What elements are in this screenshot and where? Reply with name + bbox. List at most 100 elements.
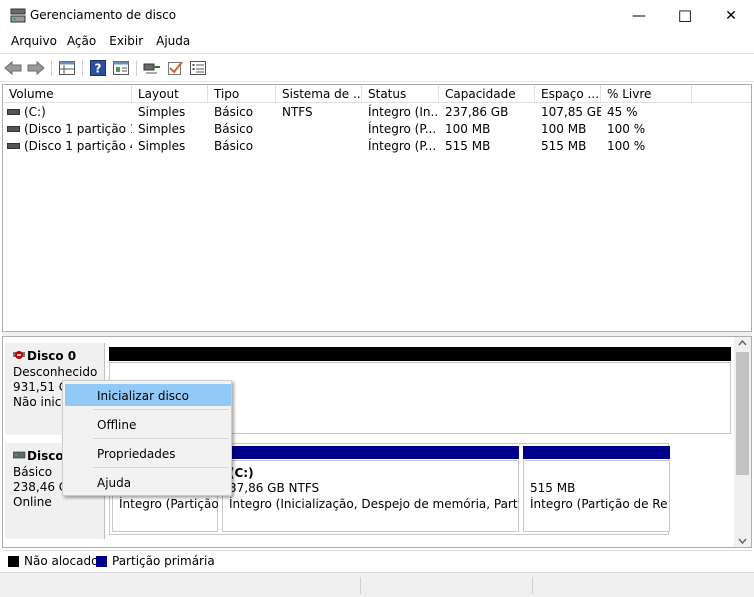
help-button[interactable]: ? bbox=[89, 59, 107, 77]
list-icon bbox=[190, 61, 206, 75]
disk-0-title: Disco 0 bbox=[13, 349, 76, 363]
column-header-tipo[interactable]: Tipo bbox=[208, 85, 276, 103]
status-divider bbox=[532, 577, 533, 594]
menu-arquivo[interactable]: Arquivo bbox=[0, 32, 64, 52]
sistema-cell bbox=[282, 121, 362, 138]
toolbar: ? bbox=[0, 53, 754, 82]
context-menu: Inicializar disco Offline Propriedades A… bbox=[62, 380, 232, 496]
volume-drive-icon bbox=[7, 109, 20, 115]
livre-cell: 45 % bbox=[607, 105, 638, 119]
menu-acao[interactable]: Ação bbox=[64, 32, 106, 52]
column-header-sistema[interactable]: Sistema de ... bbox=[276, 85, 362, 103]
forward-arrow-icon bbox=[27, 61, 45, 75]
livre-cell: 100 % bbox=[607, 122, 646, 136]
minimize-icon: — bbox=[632, 8, 646, 24]
partition-recovery-bar bbox=[523, 446, 670, 459]
partition-c[interactable]: (C:) 37,86 GB NTFS Íntegro (Inicializaçã… bbox=[222, 460, 519, 532]
forward-button[interactable] bbox=[27, 59, 45, 77]
volume-drive-icon bbox=[7, 143, 20, 149]
maximize-button[interactable]: ☐ bbox=[662, 0, 708, 32]
partition-recovery[interactable]: 515 MB Íntegro (Partição de Recup bbox=[523, 460, 670, 532]
volume-cell: (C:) bbox=[7, 104, 132, 121]
menu-exibir[interactable]: Exibir bbox=[106, 32, 153, 52]
menu-item-propriedades[interactable]: Propriedades bbox=[65, 442, 231, 464]
column-header-capacidade[interactable]: Capacidade bbox=[439, 85, 535, 103]
column-header-layout[interactable]: Layout bbox=[132, 85, 208, 103]
table-row[interactable]: (Disco 1 partição 1) Simples Básico Ínte… bbox=[3, 121, 751, 138]
volume-cell: (Disco 1 partição 1) bbox=[7, 121, 132, 138]
capacidade-cell: 100 MB bbox=[445, 122, 491, 136]
console-tree-button[interactable] bbox=[112, 59, 130, 77]
column-header-empty bbox=[692, 85, 751, 103]
partition-c-status: Íntegro (Inicialização, Despejo de memór… bbox=[229, 497, 518, 511]
column-header-status[interactable]: Status bbox=[362, 85, 439, 103]
menu-separator bbox=[93, 467, 229, 468]
scroll-up-icon[interactable] bbox=[738, 340, 747, 346]
menu-item-ajuda[interactable]: Ajuda bbox=[65, 471, 231, 493]
legend-unallocated-swatch bbox=[8, 556, 19, 567]
status-cell: Íntegro (In... bbox=[368, 105, 439, 119]
layout-cell: Simples bbox=[138, 105, 186, 119]
menu-ajuda[interactable]: Ajuda bbox=[153, 32, 200, 52]
svg-text:?: ? bbox=[95, 62, 102, 76]
column-header-volume[interactable]: Volume bbox=[3, 85, 132, 103]
disk-1-status: Online bbox=[13, 495, 52, 509]
disk-0-state: Desconhecido bbox=[13, 365, 98, 379]
volume-cell: (Disco 1 partição 4) bbox=[7, 138, 132, 155]
partition-recovery-status: Íntegro (Partição de Recup bbox=[530, 497, 668, 511]
partition-c-detail: 37,86 GB NTFS bbox=[229, 481, 320, 495]
close-icon: ✕ bbox=[725, 8, 737, 24]
connect-icon bbox=[143, 63, 160, 74]
column-header-livre[interactable]: % Livre bbox=[601, 85, 692, 103]
volume-drive-icon bbox=[7, 126, 20, 132]
espaco-cell: 100 MB bbox=[541, 122, 587, 136]
partition-1-status: Íntegro (Partição d bbox=[119, 497, 219, 511]
espaco-cell: 515 MB bbox=[541, 139, 587, 153]
menu-item-inicializar-disco[interactable]: Inicializar disco bbox=[65, 384, 231, 406]
maximize-icon: ☐ bbox=[677, 6, 693, 26]
tipo-cell: Básico bbox=[214, 139, 254, 153]
list-button[interactable] bbox=[189, 59, 207, 77]
status-cell: Íntegro (P... bbox=[368, 139, 437, 153]
back-arrow-icon bbox=[4, 61, 22, 75]
legend-primary-swatch bbox=[96, 556, 107, 567]
partition-c-bar bbox=[222, 446, 519, 459]
check-button[interactable] bbox=[166, 59, 184, 77]
disk-management-icon bbox=[10, 8, 26, 23]
properties-grid-icon bbox=[59, 61, 75, 75]
livre-cell: 100 % bbox=[607, 139, 646, 153]
espaco-cell: 107,85 GB bbox=[541, 105, 601, 119]
properties-button[interactable] bbox=[58, 59, 76, 77]
scroll-down-icon[interactable] bbox=[738, 538, 747, 544]
status-cell: Íntegro (P... bbox=[368, 122, 437, 136]
window-title: Gerenciamento de disco bbox=[30, 8, 177, 22]
menu-separator bbox=[93, 438, 229, 439]
back-button[interactable] bbox=[4, 59, 22, 77]
disk-offline-icon bbox=[13, 351, 25, 359]
toolbar-separator bbox=[82, 60, 83, 76]
menu-bar: Arquivo Ação Exibir Ajuda bbox=[0, 32, 754, 52]
connect-button[interactable] bbox=[143, 59, 161, 77]
check-icon bbox=[168, 61, 183, 75]
partition-recovery-detail: 515 MB bbox=[530, 481, 576, 495]
capacidade-cell: 515 MB bbox=[445, 139, 491, 153]
legend-unallocated-label: Não alocado bbox=[24, 554, 99, 568]
menu-separator bbox=[93, 409, 229, 410]
legend-primary-label: Partição primária bbox=[112, 554, 215, 568]
layout-cell: Simples bbox=[138, 122, 186, 136]
table-row[interactable]: (Disco 1 partição 4) Simples Básico Ínte… bbox=[3, 138, 751, 155]
scrollbar-thumb[interactable] bbox=[736, 352, 749, 475]
volume-list: Volume Layout Tipo Sistema de ... Status… bbox=[2, 84, 752, 332]
layout-cell: Simples bbox=[138, 139, 186, 153]
close-button[interactable]: ✕ bbox=[708, 0, 754, 32]
table-row[interactable]: (C:) Simples Básico NTFS Íntegro (In... … bbox=[3, 104, 751, 121]
menu-item-offline[interactable]: Offline bbox=[65, 413, 231, 435]
disk-1-type: Básico bbox=[13, 465, 53, 479]
capacidade-cell: 237,86 GB bbox=[445, 105, 509, 119]
status-bar bbox=[0, 572, 754, 597]
help-icon: ? bbox=[90, 60, 106, 76]
tipo-cell: Básico bbox=[214, 105, 254, 119]
minimize-button[interactable]: — bbox=[616, 0, 662, 32]
column-header-espaco[interactable]: Espaço ... bbox=[535, 85, 601, 103]
status-divider bbox=[360, 577, 361, 594]
